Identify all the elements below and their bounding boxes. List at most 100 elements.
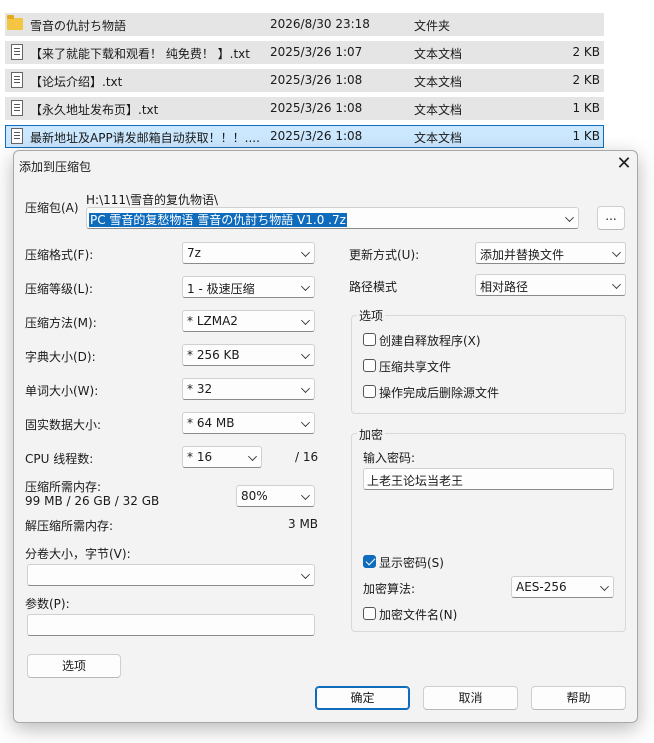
file-date: 2025/3/26 1:08 bbox=[270, 101, 363, 115]
ok-button[interactable]: 确定 bbox=[315, 686, 410, 710]
format-value: 7z bbox=[187, 246, 201, 260]
word-value: * 32 bbox=[187, 382, 213, 396]
shared-files-checkbox[interactable] bbox=[363, 359, 376, 372]
volume-label: 分卷大小，字节(V): bbox=[25, 547, 131, 561]
file-row[interactable]: 【来了就能下载和观看！ 纯免费！ 】.txt 2025/3/26 1:07 文本… bbox=[5, 41, 604, 64]
chevron-down-icon bbox=[612, 280, 621, 289]
enc-method-label: 加密算法: bbox=[363, 582, 416, 596]
password-label: 输入密码: bbox=[363, 451, 416, 465]
chevron-down-icon bbox=[301, 350, 310, 359]
chevron-down-icon bbox=[301, 282, 310, 291]
file-row[interactable]: 最新地址及APP请发邮箱自动获取！！！.... 2025/3/26 1:08 文… bbox=[5, 125, 604, 148]
cpu-select[interactable]: * 16 bbox=[182, 446, 262, 468]
file-date: 2026/8/30 23:18 bbox=[270, 17, 370, 31]
file-row[interactable]: 【论坛介绍】.txt 2025/3/26 1:08 文本文档 2 KB bbox=[5, 69, 604, 92]
file-type: 文件夹 bbox=[414, 19, 451, 33]
folder-icon bbox=[7, 15, 23, 30]
file-row[interactable]: 雪音の仇討ち物語 2026/8/30 23:18 文件夹 bbox=[5, 13, 604, 36]
close-button[interactable]: ✕ bbox=[614, 155, 634, 175]
show-password-checkbox[interactable] bbox=[363, 555, 376, 568]
cpu-label: CPU 线程数: bbox=[25, 452, 94, 466]
params-label: 参数(P): bbox=[25, 597, 70, 611]
file-size: 1 KB bbox=[572, 129, 600, 143]
file-size: 1 KB bbox=[572, 101, 600, 115]
pathmode-select[interactable]: 相对路径 bbox=[475, 274, 626, 296]
pathmode-value: 相对路径 bbox=[480, 280, 529, 294]
options-button[interactable]: 选项 bbox=[27, 654, 121, 678]
word-select[interactable]: * 32 bbox=[182, 378, 315, 400]
file-date: 2025/3/26 1:08 bbox=[270, 129, 363, 143]
add-to-archive-dialog: 添加到压缩包 ✕ 压缩包(A) H:\111\雪音的复仇物语\ PC 雪音的复愁… bbox=[13, 150, 638, 723]
update-label: 更新方式(U): bbox=[349, 248, 420, 262]
enc-method-select[interactable]: AES-256 bbox=[511, 576, 614, 598]
solid-label: 固实数据大小: bbox=[25, 418, 102, 432]
solid-value: * 64 MB bbox=[187, 416, 235, 430]
options-group-title: 选项 bbox=[357, 307, 386, 324]
enc-method-value: AES-256 bbox=[516, 580, 567, 594]
method-value: * LZMA2 bbox=[187, 314, 238, 328]
mem-value: 80% bbox=[241, 489, 268, 503]
file-name: 【论坛介绍】.txt bbox=[30, 75, 123, 89]
chevron-down-icon bbox=[301, 316, 310, 325]
level-value: 1 - 极速压缩 bbox=[187, 282, 255, 296]
browse-button[interactable]: ... bbox=[597, 206, 625, 230]
archive-label: 压缩包(A) bbox=[25, 201, 79, 215]
text-file-icon bbox=[11, 44, 23, 60]
mem-label: 压缩所需内存: bbox=[25, 480, 102, 494]
dict-label: 字典大小(D): bbox=[25, 350, 96, 364]
chevron-down-icon bbox=[565, 213, 574, 222]
file-name: 【永久地址发布页】.txt bbox=[30, 103, 159, 117]
chevron-down-icon bbox=[301, 418, 310, 427]
sfx-label: 创建自释放程序(X) bbox=[379, 334, 481, 348]
text-file-icon bbox=[11, 100, 23, 116]
method-select[interactable]: * LZMA2 bbox=[182, 310, 315, 332]
show-password-label: 显示密码(S) bbox=[379, 556, 444, 570]
dict-value: * 256 KB bbox=[187, 348, 240, 362]
text-file-icon bbox=[11, 128, 23, 144]
shared-files-label: 压缩共享文件 bbox=[379, 360, 452, 374]
chevron-down-icon bbox=[248, 452, 257, 461]
decomp-value: 3 MB bbox=[288, 517, 319, 531]
archive-name-value: PC 雪音的复愁物语 雪音の仇討ち物語 V1.0 .7z bbox=[89, 213, 347, 227]
file-row[interactable]: 【永久地址发布页】.txt 2025/3/26 1:08 文本文档 1 KB bbox=[5, 97, 604, 120]
file-type: 文本文档 bbox=[414, 103, 463, 117]
text-file-icon bbox=[11, 72, 23, 88]
file-type: 文本文档 bbox=[414, 75, 463, 89]
pathmode-label: 路径模式 bbox=[349, 280, 398, 294]
file-name: 【来了就能下载和观看！ 纯免费！ 】.txt bbox=[30, 47, 250, 61]
level-label: 压缩等级(L): bbox=[25, 282, 94, 296]
cpu-total: / 16 bbox=[295, 450, 319, 464]
archive-name-combo[interactable]: PC 雪音的复愁物语 雪音の仇討ち物語 V1.0 .7z bbox=[86, 207, 579, 229]
mem-detail: 99 MB / 26 GB / 32 GB bbox=[25, 494, 160, 508]
archive-path: H:\111\雪音的复仇物语\ bbox=[86, 193, 219, 207]
file-size: 2 KB bbox=[572, 45, 600, 59]
cpu-value: * 16 bbox=[187, 450, 213, 464]
word-label: 单词大小(W): bbox=[25, 384, 99, 398]
delete-source-checkbox[interactable] bbox=[363, 385, 376, 398]
solid-select[interactable]: * 64 MB bbox=[182, 412, 315, 434]
chevron-down-icon bbox=[301, 384, 310, 393]
delete-source-label: 操作完成后删除源文件 bbox=[379, 386, 500, 400]
params-input[interactable] bbox=[27, 614, 315, 636]
help-button[interactable]: 帮助 bbox=[531, 686, 626, 710]
file-date: 2025/3/26 1:07 bbox=[270, 45, 363, 59]
cancel-button[interactable]: 取消 bbox=[423, 686, 518, 710]
chevron-down-icon bbox=[301, 491, 310, 500]
password-value: 上老王论坛当老王 bbox=[367, 474, 464, 488]
encryption-group-title: 加密 bbox=[357, 426, 386, 443]
file-name: 雪音の仇討ち物語 bbox=[30, 19, 127, 33]
dict-select[interactable]: * 256 KB bbox=[182, 344, 315, 366]
sfx-checkbox[interactable] bbox=[363, 333, 376, 346]
level-select[interactable]: 1 - 极速压缩 bbox=[182, 276, 315, 298]
password-input[interactable]: 上老王论坛当老王 bbox=[363, 468, 614, 490]
mem-select[interactable]: 80% bbox=[236, 485, 315, 507]
chevron-down-icon bbox=[600, 582, 609, 591]
decomp-label: 解压缩所需内存: bbox=[25, 519, 114, 533]
format-select[interactable]: 7z bbox=[182, 242, 315, 264]
volume-select[interactable] bbox=[27, 564, 315, 586]
file-name: 最新地址及APP请发邮箱自动获取！！！.... bbox=[30, 131, 260, 145]
update-select[interactable]: 添加并替换文件 bbox=[475, 242, 626, 264]
encrypt-names-checkbox[interactable] bbox=[363, 607, 376, 620]
file-type: 文本文档 bbox=[414, 47, 463, 61]
chevron-down-icon bbox=[612, 248, 621, 257]
